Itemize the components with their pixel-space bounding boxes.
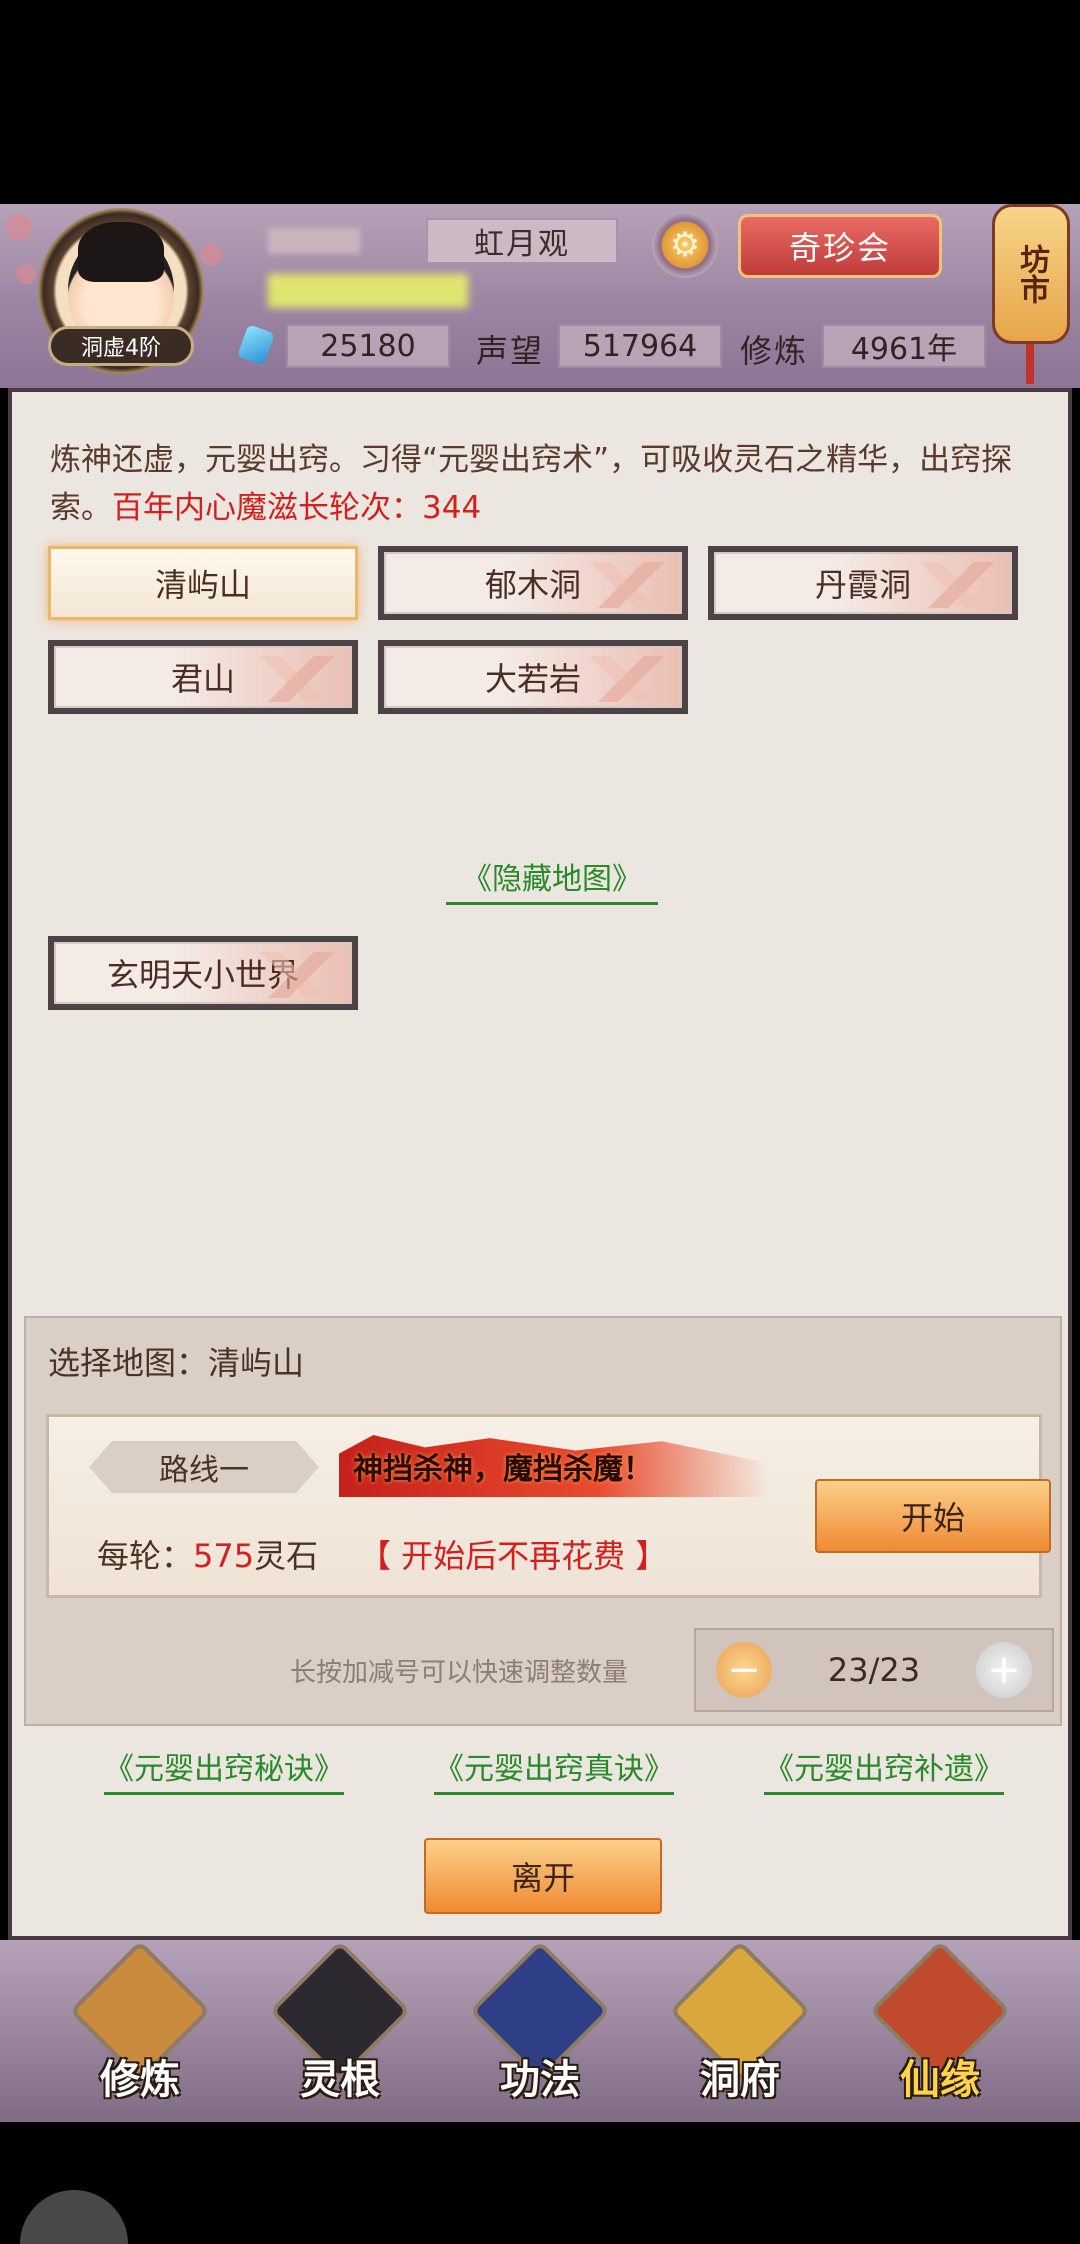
map-button-junshan[interactable]: 君山 (48, 640, 358, 714)
nav-label-cultivate: 修炼 (100, 2057, 180, 2103)
spirit-stone-count: 25180 (286, 324, 450, 368)
bottom-nav: 修炼 灵根 功法 洞府 仙缘 (0, 1940, 1080, 2122)
sect-name: 虹月观 (426, 218, 618, 264)
nav-item-spirit-root[interactable]: 灵根 (265, 1940, 415, 2111)
route-card: 路线一 神挡杀神，魔挡杀魔！ 每轮：575灵石 【 开始后不再花费 】 开始 (46, 1414, 1051, 1598)
nav-item-cultivate[interactable]: 修炼 (65, 1940, 215, 2111)
nav-item-technique[interactable]: 功法 (465, 1940, 615, 2111)
nav-label-fate: 仙缘 (900, 2057, 980, 2103)
blossom-decoration (6, 214, 32, 240)
top-header: 洞虚4阶 虹月观 ⚙ 奇珍会 坊市 25180 声望 517964 修炼 496… (0, 204, 1080, 388)
quantity-stepper: − 23/23 + (694, 1628, 1054, 1712)
reputation-label: 声望 (476, 332, 545, 370)
player-name-blurred (268, 228, 360, 254)
map-button-yumu[interactable]: 郁木洞 (378, 546, 688, 620)
quantity-count: 23/23 (827, 1651, 921, 1689)
map-button-daruo[interactable]: 大若岩 (378, 640, 688, 714)
cost-prefix: 每轮： (97, 1537, 194, 1575)
secret-link-mijue[interactable]: 《元婴出窍秘诀》 (104, 1744, 344, 1795)
map-button-danxia[interactable]: 丹霞洞 (708, 546, 1018, 620)
blossom-decoration (200, 244, 222, 266)
cultivation-value: 4961年 (822, 324, 986, 368)
selected-map-title: 选择地图：清屿山 (48, 1344, 305, 1382)
nav-label-technique: 功法 (500, 2057, 580, 2103)
nav-item-fate[interactable]: 仙缘 (865, 1940, 1015, 2111)
cost-per-round: 每轮：575灵石 (97, 1531, 318, 1577)
market-lantern-button[interactable]: 坊市 (992, 204, 1070, 344)
spirit-stone-icon (237, 324, 275, 366)
plus-icon[interactable]: + (976, 1642, 1032, 1698)
nav-item-cave[interactable]: 洞府 (665, 1940, 815, 2111)
secret-link-buyi[interactable]: 《元婴出窍补遗》 (764, 1744, 1004, 1795)
lantern-tassel (1026, 344, 1034, 384)
no-fee-note: 【 开始后不再花费 】 (359, 1537, 668, 1575)
treasure-fair-button[interactable]: 奇珍会 (738, 214, 942, 278)
blossom-decoration (16, 264, 36, 284)
selection-section: 选择地图：清屿山 路线一 神挡杀神，魔挡杀魔！ 每轮：575灵石 【 开始后不再… (24, 1316, 1062, 1726)
reputation-value: 517964 (558, 324, 722, 368)
route-banner: 神挡杀神，魔挡杀魔！ (339, 1435, 769, 1497)
cultivation-label: 修炼 (740, 332, 809, 370)
demon-growth-rounds: 百年内心魔滋长轮次：344 (112, 490, 482, 526)
start-button[interactable]: 开始 (815, 1479, 1051, 1553)
cost-value: 575 (193, 1537, 255, 1575)
cost-unit: 灵石 (254, 1537, 319, 1575)
adjust-hint: 长按加减号可以快速调整数量 (290, 1658, 629, 1688)
gear-icon[interactable]: ⚙ (652, 212, 718, 278)
nav-label-cave: 洞府 (700, 2057, 780, 2103)
secret-link-zhenjue[interactable]: 《元婴出窍真诀》 (434, 1744, 674, 1795)
leave-button[interactable]: 离开 (424, 1838, 662, 1914)
avatar-hair (78, 222, 164, 282)
intro-text: 炼神还虚，元婴出窍。习得“元婴出窍术”，可吸收灵石之精华，出窍探索。百年内心魔滋… (50, 436, 1040, 532)
nav-label-spirit-root: 灵根 (300, 2057, 380, 2103)
secret-links: 《元婴出窍秘诀》 《元婴出窍真诀》 《元婴出窍补遗》 (104, 1744, 1004, 1795)
hidden-map-link[interactable]: 《隐藏地图》 (446, 854, 658, 905)
player-title-blurred (268, 274, 468, 308)
map-button-qingyu[interactable]: 清屿山 (48, 546, 358, 620)
minus-icon[interactable]: − (716, 1642, 772, 1698)
map-button-xuanming[interactable]: 玄明天小世界 (48, 936, 358, 1010)
floating-assist-button[interactable] (20, 2190, 128, 2244)
main-panel: 炼神还虚，元婴出窍。习得“元婴出窍术”，可吸收灵石之精华，出窍探索。百年内心魔滋… (8, 388, 1072, 1940)
rank-badge: 洞虚4阶 (48, 326, 194, 366)
route-tab[interactable]: 路线一 (89, 1441, 319, 1493)
